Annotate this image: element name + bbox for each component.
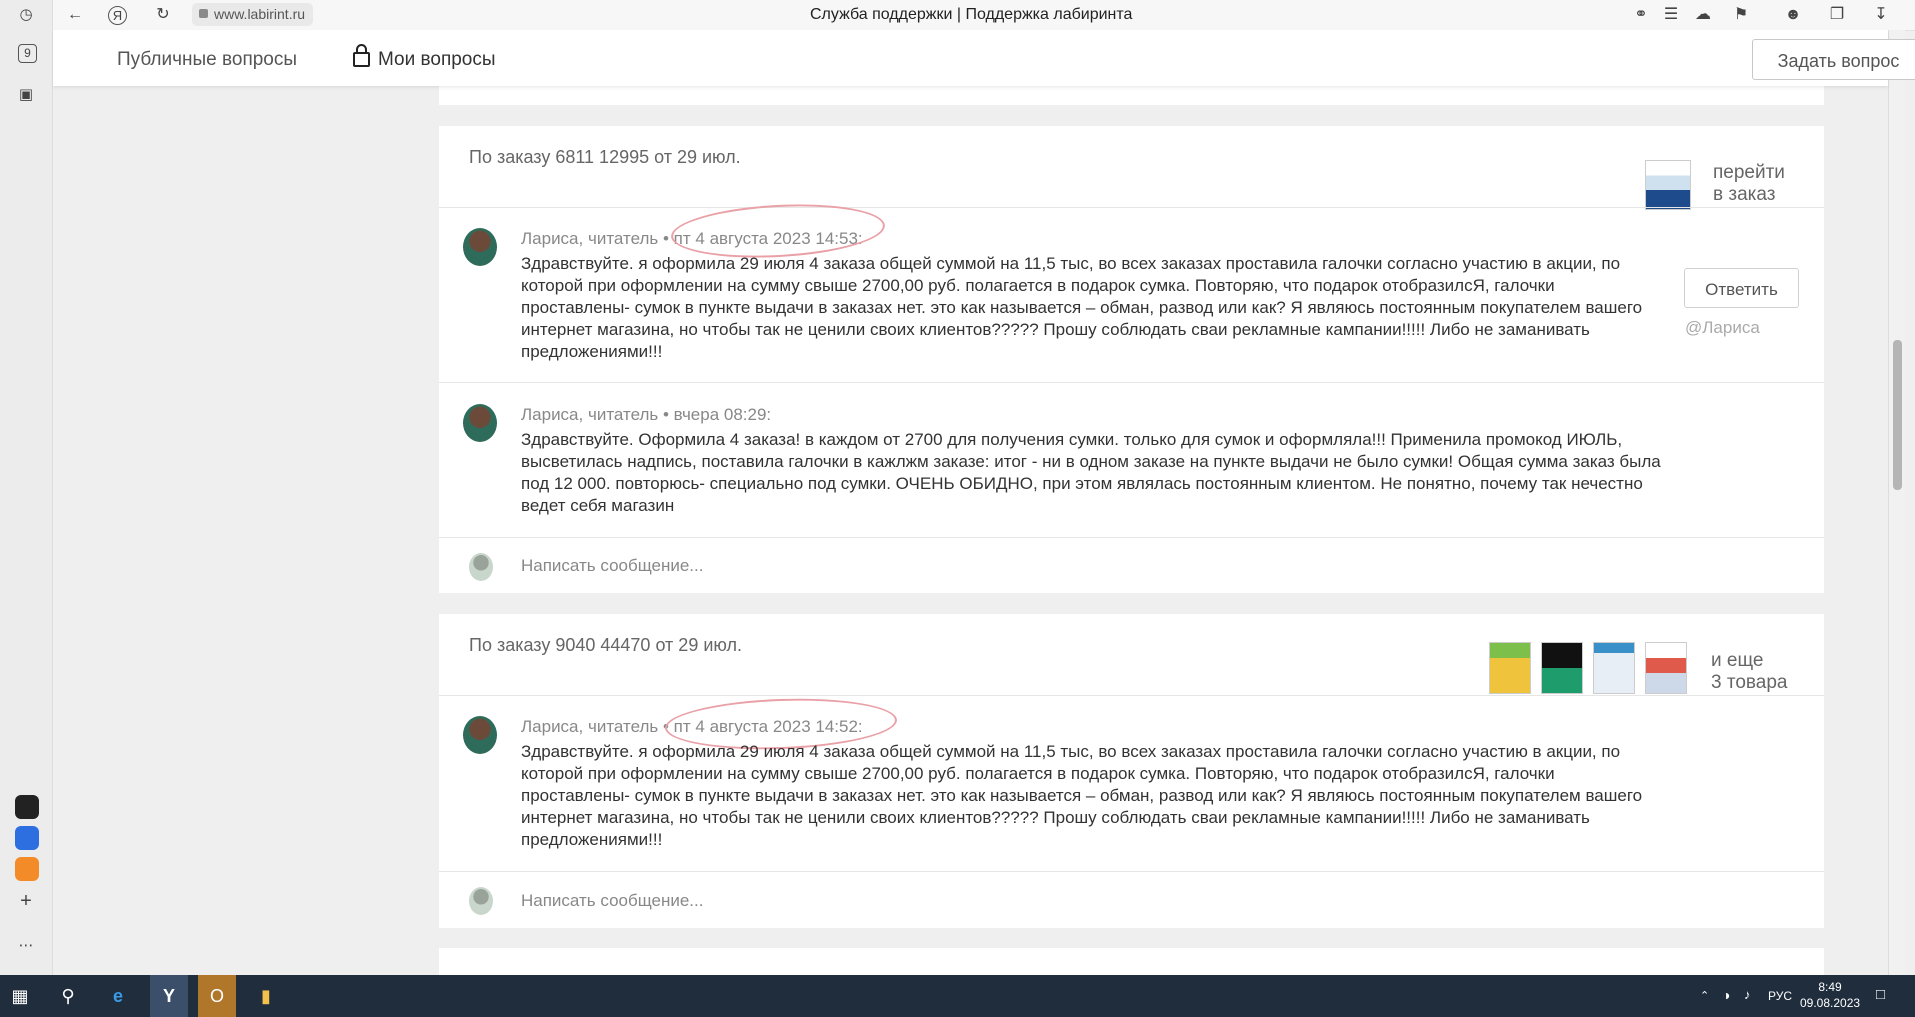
headphones-icon[interactable]: ⚭ [1630, 5, 1652, 25]
notifications-icon[interactable]: □ [1876, 986, 1885, 1003]
tabs-counter[interactable]: 9 [18, 44, 37, 63]
lock-icon [199, 9, 208, 18]
avatar [469, 553, 493, 581]
edge-icon[interactable]: e [104, 982, 132, 1010]
yandex-browser-icon[interactable]: Y [150, 975, 188, 1017]
yandex-icon[interactable]: Я [108, 6, 127, 25]
avatar [463, 228, 497, 266]
mail-app-icon[interactable] [15, 857, 39, 881]
order-product-thumbnail[interactable] [1645, 160, 1691, 210]
message-meta: Лариса, читатель • вчера 08:29: [521, 405, 771, 425]
more-label-2: 3 товара [1711, 672, 1788, 693]
message-text: Здравствуйте. Оформила 4 заказа! в каждо… [521, 430, 1661, 515]
author-name: Лариса, читатель [521, 229, 659, 248]
browser-sidebar: ◷ 9 ▣ + ⋯ [0, 0, 53, 975]
network-icon[interactable]: ◑ [1722, 987, 1730, 1003]
avatar [463, 404, 497, 442]
download-icon[interactable]: ↧ [1870, 5, 1892, 25]
product-thumbnail[interactable] [1645, 642, 1687, 694]
divider [439, 382, 1824, 383]
public-questions-link[interactable]: Публичные вопросы [117, 30, 297, 90]
profile-icon[interactable]: ☻ [1782, 5, 1804, 25]
history-icon[interactable]: ◷ [15, 4, 37, 26]
ask-question-button[interactable]: Задать вопрос [1752, 39, 1915, 80]
scrollbar-thumb[interactable] [1893, 340, 1902, 490]
clock[interactable]: 8:49 09.08.2023 [1800, 979, 1860, 1011]
more-icon[interactable]: ⋯ [15, 935, 37, 957]
url-text: www.labirint.ru [214, 6, 306, 22]
goto-label-1: перейти [1713, 162, 1785, 183]
order-card: По заказу 6811 12995 от 29 июл. перейти … [439, 126, 1824, 593]
author-name: Лариса, читатель [521, 405, 659, 424]
start-icon[interactable]: ▦ [6, 982, 34, 1010]
outlook-icon[interactable]: O [198, 975, 236, 1017]
search-icon[interactable]: ⚲ [54, 982, 82, 1010]
message-text: Здравствуйте. я оформила 29 июля 4 заказ… [521, 254, 1643, 361]
file-explorer-icon[interactable]: ▮ [252, 982, 280, 1010]
clock-date: 09.08.2023 [1800, 996, 1861, 1010]
lock-icon [353, 44, 370, 67]
order-header: По заказу 9040 44470 от 29 июл. [469, 635, 742, 655]
tray-chevron-icon[interactable]: ⌃ [1700, 989, 1709, 1002]
language-indicator[interactable]: РУС [1768, 989, 1792, 1003]
goto-label-2: в заказ [1713, 184, 1776, 205]
add-icon[interactable]: + [15, 890, 37, 912]
product-thumbnail[interactable] [1541, 642, 1583, 694]
order-header: По заказу 6811 12995 от 29 июл. [469, 147, 741, 167]
my-questions-label: Мои вопросы [378, 49, 496, 70]
page-title: Служба поддержки | Поддержка лабиринта [810, 6, 1133, 23]
address-bar[interactable]: www.labirint.ru [192, 3, 314, 26]
screenshot-icon[interactable]: ▣ [15, 84, 37, 106]
bookmark-icon[interactable]: ⚑ [1730, 5, 1752, 25]
reader-icon[interactable]: ☰ [1660, 5, 1682, 25]
clock-time: 8:49 [1818, 980, 1842, 994]
more-label-1: и еще [1711, 650, 1764, 671]
divider [439, 537, 1824, 538]
messenger-app-icon[interactable] [15, 826, 39, 850]
page-scrollbar[interactable] [1888, 30, 1905, 975]
reload-icon[interactable]: ↻ [152, 5, 174, 25]
windows-taskbar: ▦ ⚲ e Y O ▮ ⌃ ◑ ♪ РУС 8:49 09.08.2023 □ [0, 975, 1915, 1017]
collections-icon[interactable]: ❐ [1826, 5, 1848, 25]
back-icon[interactable]: ← [64, 5, 86, 25]
volume-icon[interactable]: ♪ [1744, 987, 1751, 1002]
extension-icon[interactable]: ☁ [1692, 5, 1714, 25]
more-items-link[interactable]: и еще 3 товара [1711, 650, 1787, 694]
message-date: • вчера 08:29: [663, 405, 772, 424]
goto-order-link[interactable]: перейти в заказ [1713, 162, 1785, 206]
mention-label: @Лариса [1685, 318, 1760, 337]
divider [439, 207, 1824, 208]
my-questions-link[interactable]: Мои вопросы [353, 30, 496, 90]
avatar [469, 887, 493, 915]
compose-message-input[interactable]: Написать сообщение... [521, 891, 703, 911]
avatar [463, 716, 497, 754]
author-name: Лариса, читатель [521, 717, 659, 736]
product-thumbnail[interactable] [1593, 642, 1635, 694]
next-card [439, 948, 1824, 975]
order-card: По заказу 9040 44470 от 29 июл. и еще 3 … [439, 614, 1824, 928]
browser-toolbar: ← Я ↻ www.labirint.ru Служба поддержки |… [0, 0, 1915, 31]
divider [439, 871, 1824, 872]
support-nav: Публичные вопросы Мои вопросы Задать воп… [53, 30, 1915, 86]
product-thumbnail[interactable] [1489, 642, 1531, 694]
compose-message-input[interactable]: Написать сообщение... [521, 556, 703, 576]
message-text: Здравствуйте. я оформила 29 июля 4 заказ… [521, 742, 1643, 849]
alice-app-icon[interactable] [15, 795, 39, 819]
reply-button[interactable]: Ответить [1684, 268, 1799, 308]
divider [439, 695, 1824, 696]
